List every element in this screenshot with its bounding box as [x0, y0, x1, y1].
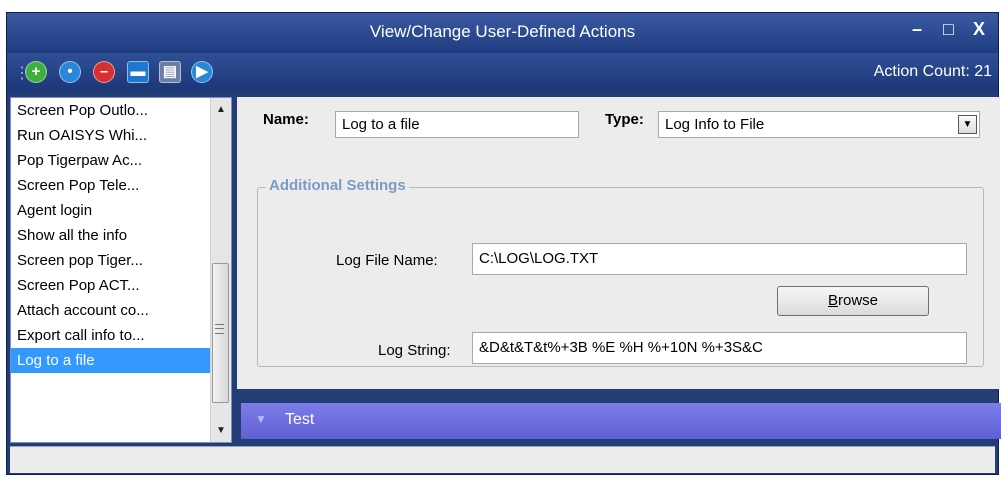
additional-settings-title: Additional Settings [266, 177, 409, 194]
type-label: Type: [605, 111, 644, 128]
browse-label-rest: rowse [838, 292, 879, 309]
action-count: Action Count: 21 [873, 63, 992, 80]
scroll-down-icon[interactable]: ▼ [216, 425, 226, 436]
import-button[interactable]: ▤ [159, 61, 181, 83]
list-item[interactable]: Screen Pop Tele... [11, 173, 231, 198]
list-item[interactable]: Pop Tigerpaw Ac... [11, 148, 231, 173]
maximize-button[interactable]: □ [943, 19, 954, 40]
name-input[interactable]: Log to a file [335, 111, 579, 138]
list-item[interactable]: Screen Pop Outlo... [11, 98, 231, 123]
minimize-button[interactable]: – [912, 19, 922, 40]
scroll-up-icon[interactable]: ▲ [216, 104, 226, 115]
run-action-button[interactable]: ▶ [191, 61, 213, 83]
add-action-button[interactable]: + [25, 61, 47, 83]
window-title: View/Change User-Defined Actions [369, 22, 636, 41]
browse-button[interactable]: Browse [777, 286, 929, 316]
log-string-input[interactable]: &D&t&T&t%+3B %E %H %+10N %+3S&C [472, 332, 967, 364]
name-label: Name: [263, 111, 309, 128]
actions-list[interactable]: Screen Pop Outlo... Run OAISYS Whi... Pop … [10, 97, 232, 443]
list-item[interactable]: Agent login [11, 198, 231, 223]
list-item[interactable]: Attach account co... [11, 298, 231, 323]
expand-icon[interactable]: ▼ [255, 412, 267, 426]
actions-window: View/Change User-Defined Actions – □ X ⋮… [6, 12, 1001, 475]
list-item[interactable]: Export call info to... [11, 323, 231, 348]
list-item[interactable]: Screen Pop ACT... [11, 273, 231, 298]
toolbar: ⋮ + • – ▬ ▤ ▶ Action Count: 21 [7, 53, 998, 91]
test-tab-label: Test [285, 411, 315, 428]
list-item[interactable]: Log to a file [11, 348, 231, 373]
type-select[interactable]: Log Info to File ▼ [658, 111, 980, 138]
title-bar[interactable]: View/Change User-Defined Actions – □ X [7, 13, 998, 53]
chevron-down-icon[interactable]: ▼ [958, 115, 977, 134]
close-button[interactable]: X [973, 19, 985, 40]
save-button[interactable]: ▬ [127, 61, 149, 83]
test-tab-bar[interactable]: ▼ Test [241, 403, 1001, 439]
list-item[interactable]: Screen pop Tiger... [11, 248, 231, 273]
settings-panel: Name: Log to a file Type: Log Info to Fi… [237, 97, 1000, 389]
type-select-value: Log Info to File [665, 116, 765, 133]
log-file-name-input[interactable]: C:\LOG\LOG.TXT [472, 243, 967, 275]
scroll-grip-icon [215, 324, 224, 334]
log-string-label: Log String: [378, 342, 451, 359]
additional-settings-group: Additional Settings Log File Name: C:\LO… [257, 177, 984, 367]
list-scrollbar[interactable]: ▲ ▼ [210, 98, 231, 442]
actions-list-items: Screen Pop Outlo... Run OAISYS Whi... Pop … [11, 98, 231, 373]
list-item[interactable]: Show all the info [11, 223, 231, 248]
copy-action-button[interactable]: • [59, 61, 81, 83]
delete-action-button[interactable]: – [93, 61, 115, 83]
list-item[interactable]: Run OAISYS Whi... [11, 123, 231, 148]
log-file-name-label: Log File Name: [336, 252, 438, 269]
status-bar [10, 446, 995, 473]
